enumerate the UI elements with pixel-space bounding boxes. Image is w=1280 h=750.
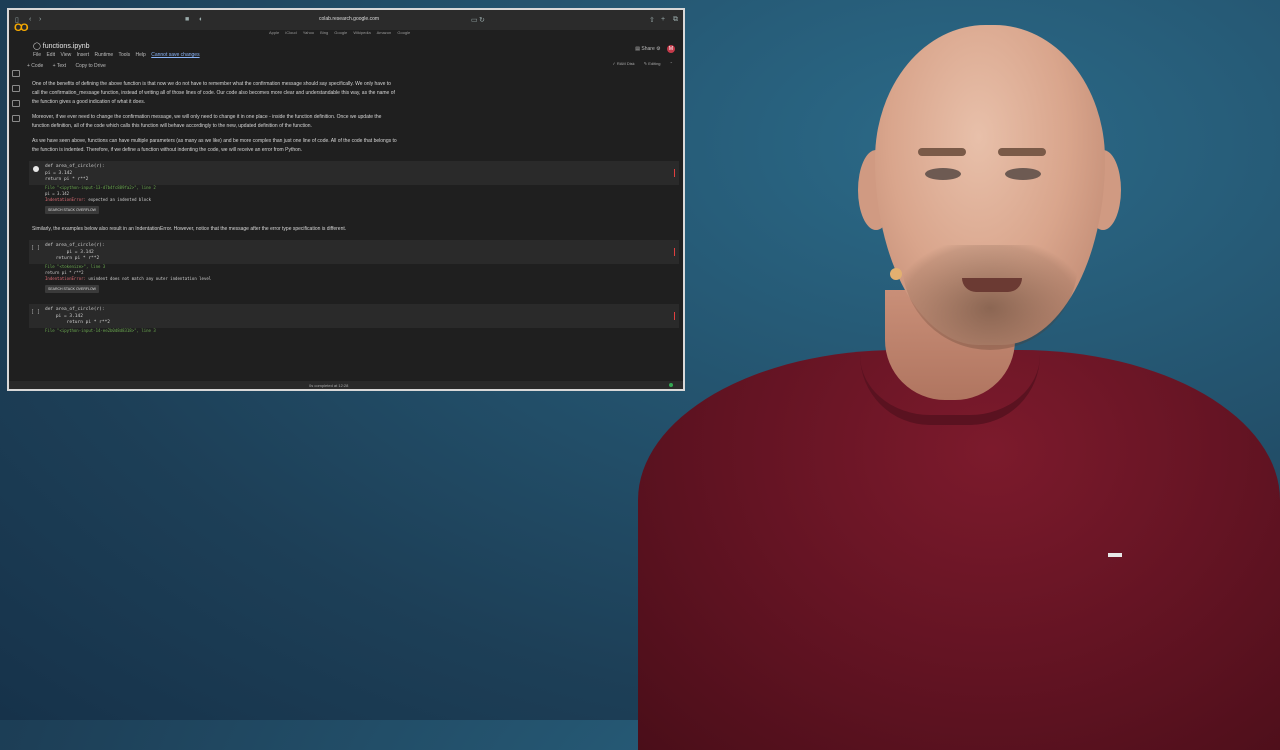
bookmark[interactable]: iCloud [285, 30, 296, 35]
status-bar: 0s completed at 12:28 [9, 381, 683, 389]
bookmark[interactable]: Yahoo [303, 30, 314, 35]
presenter-brow [918, 148, 966, 156]
files-icon[interactable] [12, 115, 20, 122]
text-cell[interactable]: Similarly, the examples below also resul… [32, 225, 397, 234]
disk-label[interactable]: Disk [627, 61, 635, 66]
menu-insert[interactable]: Insert [77, 52, 90, 58]
bookmark[interactable]: Google [334, 30, 347, 35]
notebook-content: One of the benefits of defining the abov… [29, 80, 679, 380]
presenter [620, 20, 1280, 750]
error-marker [674, 312, 675, 320]
bookmark[interactable]: Apple [269, 30, 279, 35]
connected-check-icon: ✓ [612, 61, 616, 66]
cell-output: File "<ipython-input-14-ee2b0d8d8318>", … [45, 328, 679, 358]
runtime-status: ✓ RAM Disk ✎ Editing ⌃ [612, 61, 673, 66]
bookmark[interactable]: Google [397, 30, 410, 35]
github-icon: ◯ [33, 43, 41, 50]
tabs-overview-icon[interactable]: ⧉ [673, 16, 678, 24]
gear-icon[interactable]: ⚙ [656, 46, 660, 52]
error-message: IndentationError: expected an indented b… [45, 197, 151, 202]
add-code-button[interactable]: + Code [27, 63, 43, 69]
error-marker [674, 169, 675, 177]
reload-icon[interactable]: ↻ [479, 16, 485, 24]
bookmark[interactable]: Wikipedia [353, 30, 370, 35]
back-icon[interactable]: ‹ [29, 16, 31, 23]
cell-output: File "<tokenize>", line 3 return pi * r*… [45, 264, 679, 294]
left-sidebar [9, 62, 23, 380]
presenter-brow [998, 148, 1046, 156]
save-warning-link[interactable]: Cannot save changes [151, 52, 199, 58]
menu-runtime[interactable]: Runtime [95, 52, 114, 58]
code-cell[interactable]: [ ] def area_of_circle(r): pi = 3.142 re… [29, 304, 679, 328]
browser-window: ▯ ‹ › ■ ◐ colab.research.google.com ▭ ↻ … [7, 8, 685, 391]
share-icon[interactable]: ⇧ [649, 16, 655, 24]
menu-file[interactable]: File [33, 52, 41, 58]
search-icon[interactable] [12, 85, 20, 92]
new-tab-icon[interactable]: + [661, 16, 665, 23]
pencil-icon: ✎ [643, 61, 648, 66]
menu-bar: File Edit View Insert Runtime Tools Help… [33, 52, 204, 58]
presenter-eye [925, 168, 961, 180]
cell-code[interactable]: def area_of_circle(r): pi = 3.142 return… [45, 243, 105, 263]
connected-status-icon [669, 383, 673, 387]
colab-logo-icon[interactable]: CO [14, 22, 28, 34]
add-text-button[interactable]: + Text [53, 63, 66, 69]
cell-execution-count[interactable]: [ ] [31, 309, 40, 315]
bookmark[interactable]: Amazon [377, 30, 392, 35]
address-bar[interactable]: colab.research.google.com [319, 16, 379, 22]
menu-help[interactable]: Help [136, 52, 146, 58]
bookmarks-bar: Apple iCloud Yahoo Bing Google Wikipedia… [269, 30, 415, 38]
presenter-eye [1005, 168, 1041, 180]
headset-mic-icon [890, 268, 902, 280]
notebook-title[interactable]: ◯ functions.ipynb [33, 42, 90, 50]
status-text: 0s completed at 12:28 [309, 383, 349, 388]
toc-icon[interactable] [12, 70, 20, 77]
ram-label[interactable]: RAM [617, 61, 626, 66]
variables-icon[interactable] [12, 100, 20, 107]
editing-label[interactable]: Editing [648, 61, 660, 66]
error-marker [674, 248, 675, 256]
menu-tools[interactable]: Tools [118, 52, 130, 58]
extension-icon[interactable]: ■ [185, 16, 189, 23]
copy-to-drive-button[interactable]: Copy to Drive [75, 63, 105, 69]
comment-icon[interactable]: ▤ [635, 46, 640, 52]
cell-output: File "<ipython-input-13-d7b4fc889fa2>", … [45, 185, 679, 215]
menu-edit[interactable]: Edit [46, 52, 55, 58]
share-button[interactable]: Share [641, 46, 654, 52]
text-cell[interactable]: As we have seen above, functions can hav… [32, 137, 397, 155]
search-stack-overflow-button[interactable]: SEARCH STACK OVERFLOW [45, 206, 99, 214]
cell-code[interactable]: def area_of_circle(r): pi = 3.142 return… [45, 164, 105, 184]
header-actions: ▤ Share ⚙ M [635, 45, 675, 53]
error-message: IndentationError: unindent does not matc… [45, 276, 212, 281]
avatar[interactable]: M [667, 45, 675, 53]
presenter-mouth [962, 278, 1022, 292]
traceback-file: File "<ipython-input-14-ee2b0d8d8318>", … [45, 328, 156, 333]
search-stack-overflow-button[interactable]: SEARCH STACK OVERFLOW [45, 285, 99, 293]
code-cell[interactable]: def area_of_circle(r): pi = 3.142 return… [29, 161, 679, 185]
shirt-tag [1108, 553, 1122, 557]
collapse-icon[interactable]: ⌃ [670, 61, 673, 66]
shield-icon[interactable]: ◐ [199, 16, 203, 23]
forward-icon[interactable]: › [39, 16, 41, 23]
bookmark[interactable]: Bing [320, 30, 328, 35]
code-cell[interactable]: [ ] def area_of_circle(r): pi = 3.142 re… [29, 240, 679, 264]
text-cell[interactable]: One of the benefits of defining the abov… [32, 80, 397, 107]
browser-toolbar: ▯ ‹ › ■ ◐ colab.research.google.com ▭ ↻ … [9, 10, 683, 30]
text-cell[interactable]: Moreover, if we ever need to change the … [32, 113, 397, 131]
tab-icon[interactable]: ▭ [471, 16, 478, 24]
notebook-toolbar: + Code + Text Copy to Drive [27, 63, 114, 69]
cell-code[interactable]: def area_of_circle(r): pi = 3.142 return… [45, 307, 110, 327]
menu-view[interactable]: View [60, 52, 71, 58]
cell-execution-count[interactable]: [ ] [31, 245, 40, 251]
run-cell-icon[interactable] [33, 166, 39, 172]
